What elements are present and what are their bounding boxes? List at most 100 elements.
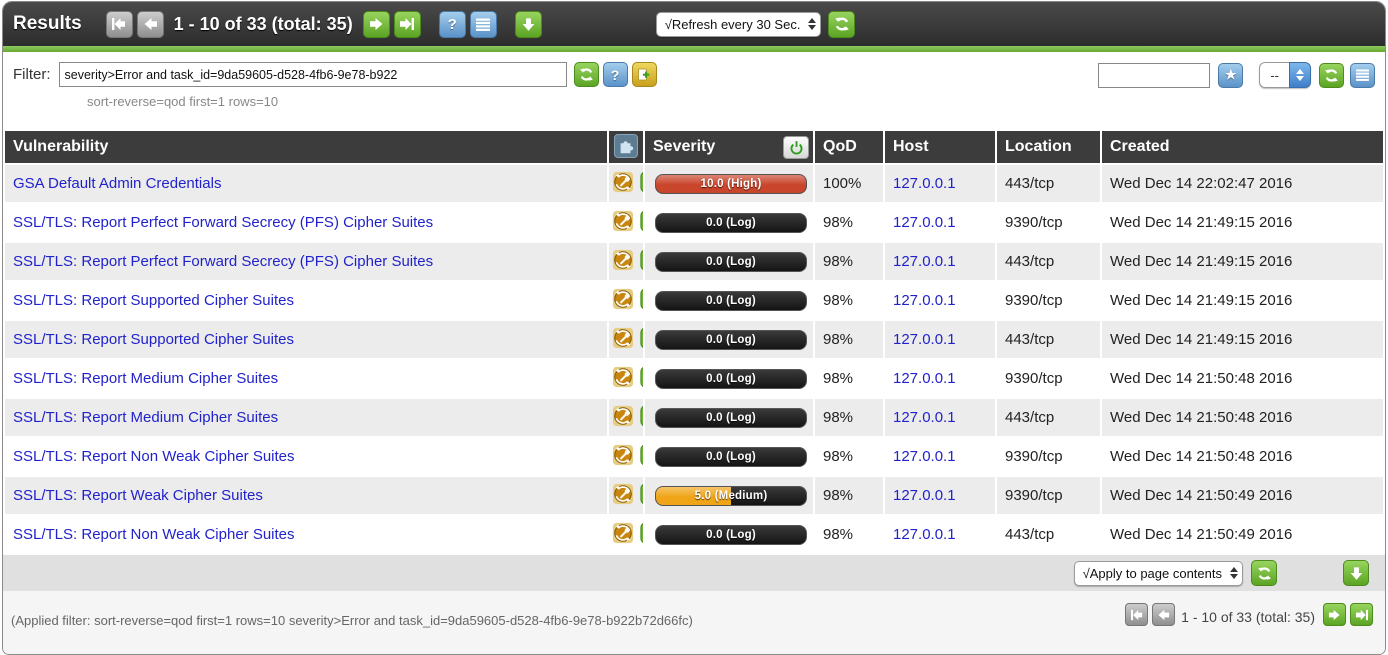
refresh-now-button[interactable]	[828, 11, 855, 38]
new-filter-button[interactable]	[632, 62, 657, 87]
vulnerability-link[interactable]: SSL/TLS: Report Non Weak Cipher Suites	[13, 526, 295, 543]
update-filter-button[interactable]	[574, 62, 599, 87]
severity-bar: 0.0 (Log)	[655, 213, 807, 233]
workaround-icon	[639, 482, 643, 506]
column-header-location[interactable]: Location	[997, 131, 1100, 163]
host-link[interactable]: 127.0.0.1	[893, 370, 956, 387]
solution-type-cell	[609, 516, 643, 553]
first-page-button[interactable]	[106, 11, 133, 38]
severity-bar-label: 0.0 (Log)	[656, 214, 806, 232]
vulnerability-link[interactable]: SSL/TLS: Report Perfect Forward Secrecy …	[13, 214, 433, 231]
host-cell: 127.0.0.1	[885, 477, 995, 514]
first-page-button[interactable]	[1125, 603, 1148, 626]
host-link[interactable]: 127.0.0.1	[893, 526, 956, 543]
host-link[interactable]: 127.0.0.1	[893, 487, 956, 504]
vulnerability-link[interactable]: SSL/TLS: Report Weak Cipher Suites	[13, 487, 263, 504]
save-filter-name-input[interactable]	[1098, 63, 1210, 88]
previous-page-button[interactable]	[137, 11, 164, 38]
page-info: 1 - 10 of 33 (total: 35)	[1181, 609, 1315, 625]
workaround-icon	[639, 248, 643, 272]
severity-cell: 0.0 (Log)	[645, 516, 813, 553]
select-arrows-icon	[1230, 567, 1238, 579]
created-cell: Wed Dec 14 21:49:15 2016	[1102, 282, 1383, 319]
column-header-qod[interactable]: QoD	[815, 131, 883, 163]
save-filter-button[interactable]: ★	[1218, 63, 1243, 88]
workaround-icon	[639, 170, 643, 194]
host-link[interactable]: 127.0.0.1	[893, 253, 956, 270]
results-table: Vulnerability Severity	[3, 129, 1385, 555]
list-view-button[interactable]	[470, 11, 497, 38]
solution-type-cell	[609, 477, 643, 514]
vulnerability-cell: SSL/TLS: Report Supported Cipher Suites	[5, 282, 607, 319]
vulnerability-link[interactable]: SSL/TLS: Report Medium Cipher Suites	[13, 409, 278, 426]
host-link[interactable]: 127.0.0.1	[893, 331, 956, 348]
vendor-fix-icon	[611, 209, 635, 233]
accent-strip	[3, 46, 1385, 52]
table-row: SSL/TLS: Report Non Weak Cipher Suites	[5, 438, 1383, 475]
vendor-fix-icon	[611, 170, 635, 194]
workaround-icon	[639, 326, 643, 350]
solution-type-header-button[interactable]	[614, 134, 638, 158]
refresh-icon	[1257, 566, 1272, 581]
column-header-host[interactable]: Host	[885, 131, 995, 163]
host-link[interactable]: 127.0.0.1	[893, 292, 956, 309]
column-header-vulnerability[interactable]: Vulnerability	[5, 131, 607, 163]
last-page-button[interactable]	[1350, 603, 1373, 626]
vulnerability-link[interactable]: SSL/TLS: Report Perfect Forward Secrecy …	[13, 253, 433, 270]
host-link[interactable]: 127.0.0.1	[893, 175, 956, 192]
column-header-solution-type[interactable]	[609, 131, 643, 163]
created-cell: Wed Dec 14 22:02:47 2016	[1102, 165, 1383, 202]
previous-page-button[interactable]	[1152, 603, 1175, 626]
vulnerability-link[interactable]: SSL/TLS: Report Supported Cipher Suites	[13, 292, 294, 309]
table-row: SSL/TLS: Report Weak Cipher Suites	[5, 477, 1383, 514]
severity-bar: 10.0 (High)	[655, 174, 807, 194]
host-link[interactable]: 127.0.0.1	[893, 448, 956, 465]
refresh-interval-value: √Refresh every 30 Sec.	[665, 17, 801, 32]
help-button[interactable]: ?	[439, 11, 466, 38]
severity-bar-label: 0.0 (Log)	[656, 253, 806, 271]
column-header-severity[interactable]: Severity	[645, 131, 813, 163]
vulnerability-link[interactable]: GSA Default Admin Credentials	[13, 175, 221, 192]
qod-cell: 98%	[815, 360, 883, 397]
download-button[interactable]	[515, 11, 542, 38]
workaround-icon	[639, 404, 643, 428]
new-filter-icon	[636, 67, 652, 83]
severity-bar: 0.0 (Log)	[655, 330, 807, 350]
host-link[interactable]: 127.0.0.1	[893, 214, 956, 231]
location-cell: 9390/tcp	[997, 204, 1100, 241]
dynamic-severity-toggle-button[interactable]	[783, 136, 809, 159]
filter-help-button[interactable]: ?	[603, 62, 628, 87]
apply-to-select[interactable]: √Apply to page contents	[1074, 561, 1243, 586]
apply-to-value: √Apply to page contents	[1083, 566, 1222, 581]
vulnerability-link[interactable]: SSL/TLS: Report Supported Cipher Suites	[13, 331, 294, 348]
vulnerability-cell: SSL/TLS: Report Medium Cipher Suites	[5, 399, 607, 436]
refresh-interval-select[interactable]: √Refresh every 30 Sec.	[656, 12, 822, 37]
column-header-created[interactable]: Created	[1102, 131, 1383, 163]
last-page-icon	[399, 17, 415, 31]
last-page-button[interactable]	[394, 11, 421, 38]
host-cell: 127.0.0.1	[885, 516, 995, 553]
export-button[interactable]	[1343, 560, 1369, 586]
workaround-icon	[639, 287, 643, 311]
next-page-button[interactable]	[363, 11, 390, 38]
severity-bar-label: 10.0 (High)	[656, 175, 806, 193]
saved-filters-select[interactable]: --	[1259, 62, 1311, 88]
created-cell: Wed Dec 14 21:49:15 2016	[1102, 204, 1383, 241]
next-page-button[interactable]	[1323, 603, 1346, 626]
severity-bar: 5.0 (Medium)	[655, 486, 807, 506]
edit-filters-button[interactable]	[1350, 63, 1375, 88]
filter-input[interactable]	[59, 62, 567, 87]
created-cell: Wed Dec 14 21:50:48 2016	[1102, 399, 1383, 436]
qod-cell: 98%	[815, 477, 883, 514]
qod-cell: 98%	[815, 243, 883, 280]
apply-refresh-button[interactable]	[1251, 560, 1277, 586]
host-link[interactable]: 127.0.0.1	[893, 409, 956, 426]
vulnerability-link[interactable]: SSL/TLS: Report Non Weak Cipher Suites	[13, 448, 295, 465]
vendor-fix-icon	[611, 521, 635, 545]
apply-saved-filter-button[interactable]	[1319, 63, 1344, 88]
solution-type-cell	[609, 321, 643, 358]
footer: (Applied filter: sort-reverse=qod first=…	[3, 591, 1385, 654]
severity-bar-label: 0.0 (Log)	[656, 370, 806, 388]
footer-pagination: 1 - 10 of 33 (total: 35)	[1123, 603, 1375, 626]
vulnerability-link[interactable]: SSL/TLS: Report Medium Cipher Suites	[13, 370, 278, 387]
